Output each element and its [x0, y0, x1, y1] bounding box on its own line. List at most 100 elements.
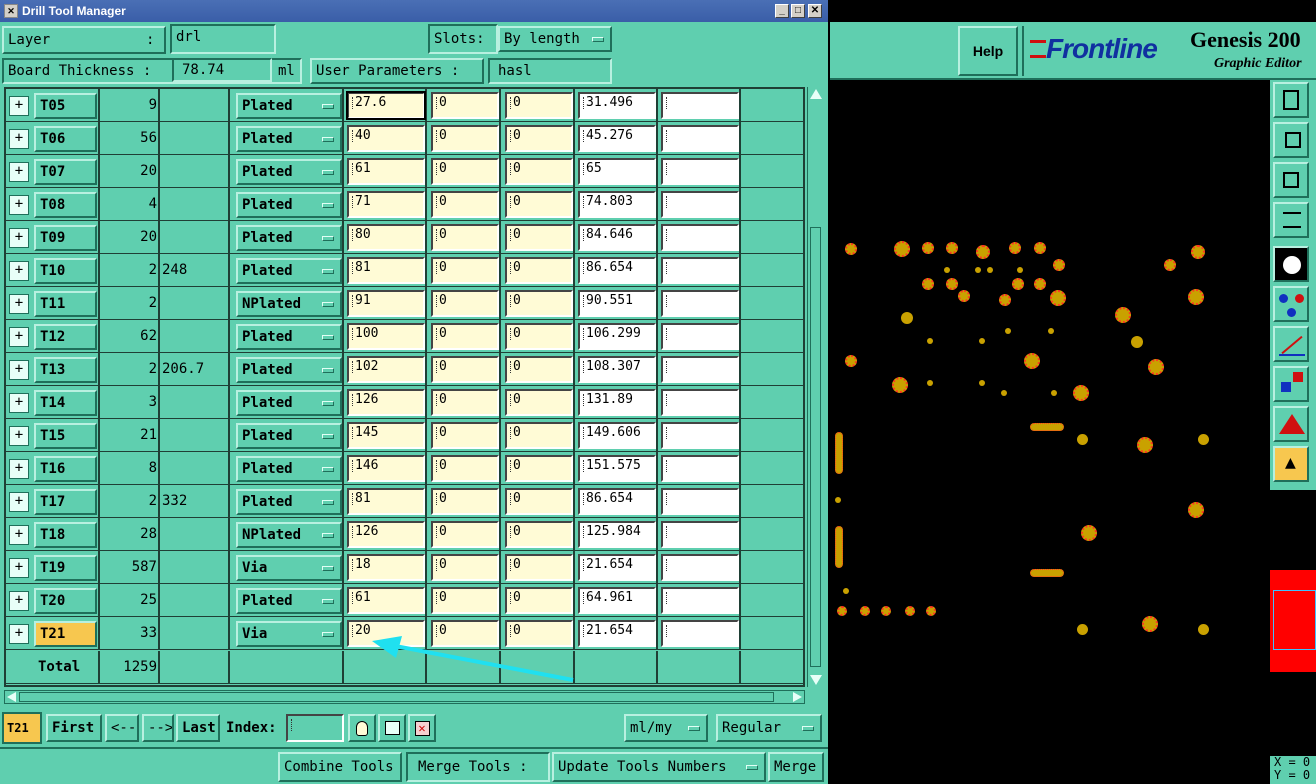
tool-name-button[interactable]: T12 — [34, 324, 97, 350]
prev-button[interactable]: <-- — [105, 714, 139, 742]
mode-dropdown[interactable]: Regular — [716, 714, 822, 742]
minus-tolerance-input[interactable]: 0 — [505, 356, 573, 383]
plus-tolerance-input[interactable]: 0 — [431, 422, 499, 449]
finish-size-input[interactable]: 145 — [347, 422, 425, 449]
drill-size-input[interactable]: 21.654 — [578, 554, 656, 581]
expand-icon[interactable]: + — [9, 360, 29, 380]
tool-insert-icon[interactable] — [1273, 122, 1309, 158]
comment-input[interactable] — [661, 554, 739, 581]
minus-tolerance-input[interactable]: 0 — [505, 488, 573, 515]
comment-input[interactable] — [661, 521, 739, 548]
plus-tolerance-input[interactable]: 0 — [431, 455, 499, 482]
minus-tolerance-input[interactable]: 0 — [505, 257, 573, 284]
drill-size-input[interactable]: 64.961 — [578, 587, 656, 614]
table-row[interactable]: + T10 2 248 Plated 81 0 0 86.654 — [6, 254, 803, 287]
comment-input[interactable] — [661, 224, 739, 251]
plus-tolerance-input[interactable]: 0 — [431, 92, 499, 119]
plating-type-dropdown[interactable]: Via — [236, 555, 342, 581]
tool-name-button[interactable]: T20 — [34, 588, 97, 614]
scroll-up-icon[interactable] — [810, 89, 822, 99]
table-row[interactable]: + T06 56 Plated 40 0 0 45.276 — [6, 122, 803, 155]
plus-tolerance-input[interactable]: 0 — [431, 158, 499, 185]
maximize-icon[interactable]: □ — [791, 4, 805, 18]
table-row[interactable]: + T17 2 332 Plated 81 0 0 86.654 — [6, 485, 803, 518]
minus-tolerance-input[interactable]: 0 — [505, 224, 573, 251]
hscroll-thumb[interactable] — [19, 692, 774, 702]
plating-type-dropdown[interactable]: NPlated — [236, 291, 342, 317]
plating-type-dropdown[interactable]: Via — [236, 621, 342, 647]
table-row[interactable]: + T14 3 Plated 126 0 0 131.89 — [6, 386, 803, 419]
drill-size-input[interactable]: 86.654 — [578, 488, 656, 515]
help-button[interactable]: Help — [958, 26, 1018, 76]
table-row[interactable]: + T20 25 Plated 61 0 0 64.961 — [6, 584, 803, 617]
expand-icon[interactable]: + — [9, 525, 29, 545]
table-row[interactable]: + T13 2 206.7 Plated 102 0 0 108.307 — [6, 353, 803, 386]
finish-size-input[interactable]: 71 — [347, 191, 425, 218]
drill-size-input[interactable]: 31.496 — [578, 92, 656, 119]
tool-name-button[interactable]: T19 — [34, 555, 97, 581]
minus-tolerance-input[interactable]: 0 — [505, 554, 573, 581]
plus-tolerance-input[interactable]: 0 — [431, 224, 499, 251]
comment-input[interactable] — [661, 125, 739, 152]
table-row[interactable]: + T05 9 Plated 27.6 0 0 31.496 — [6, 89, 803, 122]
finish-size-input[interactable]: 81 — [347, 257, 425, 284]
drill-size-input[interactable]: 84.646 — [578, 224, 656, 251]
tool-line-icon[interactable] — [1273, 326, 1309, 362]
scroll-left-icon[interactable] — [7, 692, 16, 702]
first-button[interactable]: First — [46, 714, 102, 742]
plus-tolerance-input[interactable]: 0 — [431, 125, 499, 152]
expand-icon[interactable]: + — [9, 162, 29, 182]
minus-tolerance-input[interactable]: 0 — [505, 389, 573, 416]
drill-size-input[interactable]: 86.654 — [578, 257, 656, 284]
table-row[interactable]: + T15 21 Plated 145 0 0 149.606 — [6, 419, 803, 452]
drill-size-input[interactable]: 108.307 — [578, 356, 656, 383]
last-button[interactable]: Last — [176, 714, 220, 742]
drill-size-input[interactable]: 131.89 — [578, 389, 656, 416]
comment-input[interactable] — [661, 92, 739, 119]
minus-tolerance-input[interactable]: 0 — [505, 455, 573, 482]
tool-name-button[interactable]: T10 — [34, 258, 97, 284]
tool-name-button[interactable]: T08 — [34, 192, 97, 218]
tool-fit-icon[interactable] — [1273, 162, 1309, 198]
minimize-icon[interactable]: _ — [775, 4, 789, 18]
plating-type-dropdown[interactable]: Plated — [236, 357, 342, 383]
tool-pad-icon[interactable] — [1273, 246, 1309, 282]
tool-layers-icon[interactable] — [1273, 366, 1309, 402]
expand-icon[interactable]: + — [9, 492, 29, 512]
minus-tolerance-input[interactable]: 0 — [505, 191, 573, 218]
plating-type-dropdown[interactable]: Plated — [236, 588, 342, 614]
plating-type-dropdown[interactable]: Plated — [236, 159, 342, 185]
plus-tolerance-input[interactable]: 0 — [431, 521, 499, 548]
expand-icon[interactable]: + — [9, 393, 29, 413]
comment-input[interactable] — [661, 587, 739, 614]
drill-size-input[interactable]: 149.606 — [578, 422, 656, 449]
drill-size-input[interactable]: 151.575 — [578, 455, 656, 482]
update-tools-dropdown[interactable]: Update Tools Numbers — [552, 752, 766, 782]
finish-size-input[interactable]: 100 — [347, 323, 425, 350]
minus-tolerance-input[interactable]: 0 — [505, 125, 573, 152]
plating-type-dropdown[interactable]: Plated — [236, 192, 342, 218]
comment-input[interactable] — [661, 257, 739, 284]
comment-input[interactable] — [661, 356, 739, 383]
plus-tolerance-input[interactable]: 0 — [431, 389, 499, 416]
units-dropdown[interactable]: ml/my — [624, 714, 708, 742]
finish-size-input[interactable]: 61 — [347, 158, 425, 185]
tool-triangle-icon[interactable] — [1273, 406, 1309, 442]
delete-button[interactable]: ✕ — [408, 714, 436, 742]
tool-pointer-icon[interactable]: ▲ — [1273, 446, 1309, 482]
table-row[interactable]: + T16 8 Plated 146 0 0 151.575 — [6, 452, 803, 485]
plating-type-dropdown[interactable]: Plated — [236, 456, 342, 482]
expand-icon[interactable]: + — [9, 294, 29, 314]
plating-type-dropdown[interactable]: Plated — [236, 489, 342, 515]
tool-name-button[interactable]: T18 — [34, 522, 97, 548]
plus-tolerance-input[interactable]: 0 — [431, 191, 499, 218]
expand-icon[interactable]: + — [9, 426, 29, 446]
comment-input[interactable] — [661, 620, 739, 647]
expand-icon[interactable]: + — [9, 261, 29, 281]
finish-size-input[interactable]: 146 — [347, 455, 425, 482]
next-button[interactable]: --> — [142, 714, 174, 742]
expand-icon[interactable]: + — [9, 591, 29, 611]
minus-tolerance-input[interactable]: 0 — [505, 587, 573, 614]
table-row[interactable]: + T11 2 NPlated 91 0 0 90.551 — [6, 287, 803, 320]
index-input[interactable] — [286, 714, 344, 742]
